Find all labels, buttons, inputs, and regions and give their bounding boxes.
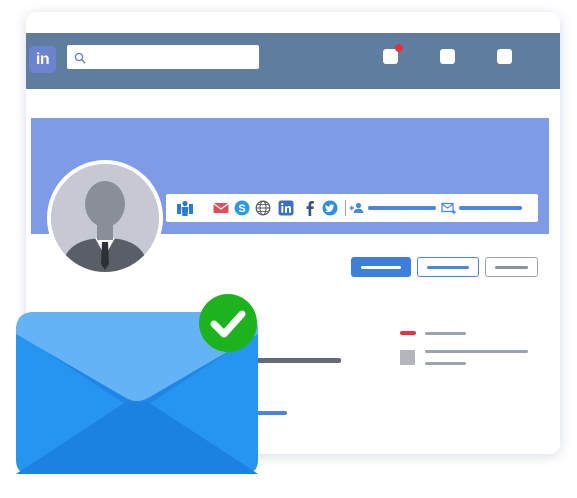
linkedin-icon[interactable]: [278, 200, 294, 216]
linkedin-logo[interactable]: in: [29, 46, 56, 73]
divider: [345, 200, 346, 216]
notification-icon[interactable]: [383, 44, 403, 64]
message-text-placeholder: [459, 206, 522, 210]
info-icon: [400, 350, 415, 365]
svg-text:S: S: [238, 203, 245, 215]
add-connection-icon[interactable]: [349, 200, 365, 216]
notification-badge: [395, 44, 403, 52]
top-navigation-bar: in: [26, 33, 560, 89]
secondary-action-button[interactable]: [417, 257, 479, 277]
facebook-icon[interactable]: [302, 200, 318, 216]
person-icon[interactable]: [177, 200, 193, 216]
avatar-placeholder-icon: [51, 164, 159, 272]
account-icon[interactable]: [497, 49, 512, 64]
profile-link-placeholder: [254, 411, 287, 415]
search-input[interactable]: [67, 45, 259, 69]
connection-text-placeholder: [368, 206, 436, 210]
text-line-placeholder: [425, 362, 466, 365]
avatar[interactable]: [47, 160, 163, 276]
profile-name-placeholder: [256, 358, 341, 363]
skype-icon[interactable]: S: [234, 200, 250, 216]
text-line-placeholder: [425, 332, 466, 335]
checkmark-icon: [199, 294, 257, 352]
primary-action-button[interactable]: [351, 257, 411, 277]
button-label-placeholder: [361, 265, 401, 269]
message-icon[interactable]: [441, 200, 457, 216]
email-icon[interactable]: [213, 200, 229, 216]
search-icon: [74, 52, 86, 64]
button-label-placeholder: [495, 265, 528, 269]
messages-icon[interactable]: [440, 49, 455, 64]
button-label-placeholder: [427, 265, 469, 269]
more-options-button[interactable]: [485, 257, 538, 277]
contact-info-bar: S: [166, 194, 538, 222]
twitter-icon[interactable]: [322, 200, 338, 216]
globe-icon[interactable]: [255, 200, 271, 216]
text-line-placeholder: [425, 350, 528, 353]
status-tag: [400, 331, 416, 335]
